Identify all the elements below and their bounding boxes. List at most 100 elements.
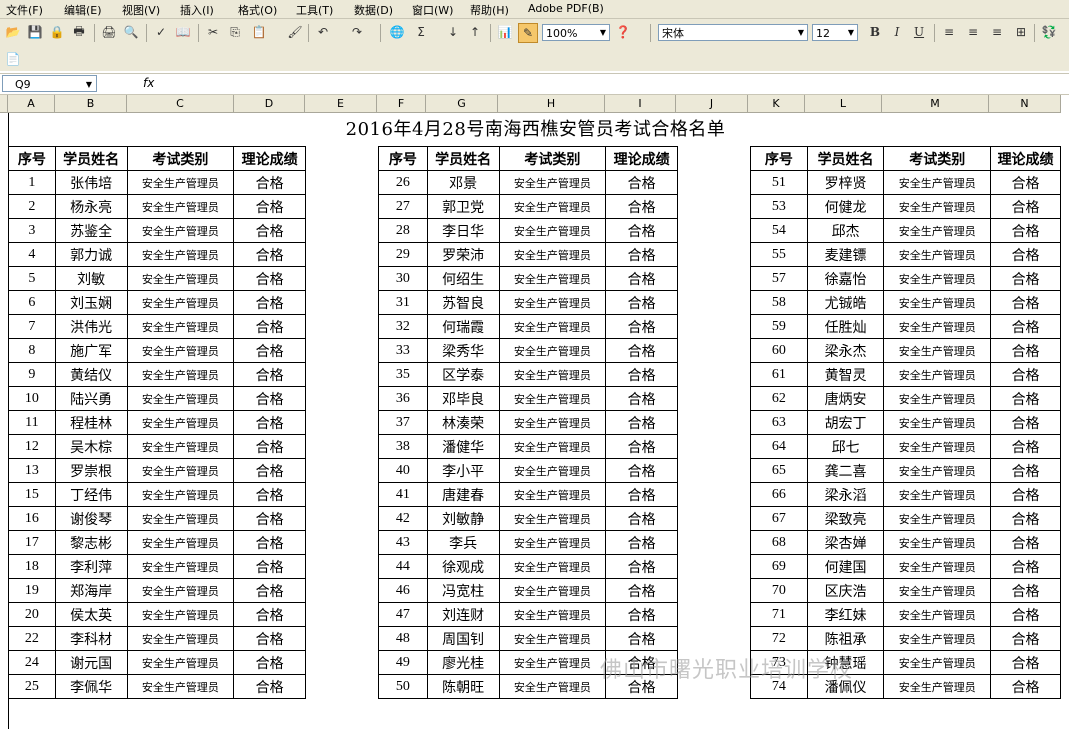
result-cell[interactable]: 合格 [233, 482, 306, 507]
seq-cell[interactable]: 63 [750, 410, 808, 435]
seq-cell[interactable]: 43 [378, 530, 428, 555]
seq-cell[interactable]: 46 [378, 578, 428, 603]
column-heading[interactable]: 学员姓名 [426, 146, 500, 171]
seq-cell[interactable]: 70 [750, 578, 808, 603]
result-cell[interactable]: 合格 [233, 530, 306, 555]
help-icon[interactable]: ❓ [614, 23, 632, 41]
name-cell[interactable]: 苏智良 [426, 290, 500, 315]
seq-cell[interactable]: 72 [750, 626, 808, 651]
result-cell[interactable]: 合格 [605, 266, 678, 291]
seq-cell[interactable]: 60 [750, 338, 808, 363]
seq-cell[interactable]: 17 [8, 530, 56, 555]
name-cell[interactable]: 郭力诚 [54, 242, 128, 267]
name-cell[interactable]: 程桂林 [54, 410, 128, 435]
column-header-e[interactable]: E [305, 95, 377, 113]
result-cell[interactable]: 合格 [605, 506, 678, 531]
exam-type-cell[interactable]: 安全生产管理员 [498, 242, 607, 267]
exam-type-cell[interactable]: 安全生产管理员 [498, 194, 607, 219]
name-cell[interactable]: 黄智灵 [806, 362, 885, 387]
seq-cell[interactable]: 71 [750, 602, 808, 627]
result-cell[interactable]: 合格 [990, 434, 1061, 459]
seq-cell[interactable]: 3 [8, 218, 56, 243]
name-cell[interactable]: 邓景 [426, 170, 500, 195]
name-cell[interactable]: 唐建春 [426, 482, 500, 507]
result-cell[interactable]: 合格 [233, 410, 306, 435]
name-cell[interactable]: 李小平 [426, 458, 500, 483]
undo-icon[interactable]: ↶ [314, 23, 332, 41]
column-heading[interactable]: 序号 [378, 146, 428, 171]
result-cell[interactable]: 合格 [605, 530, 678, 555]
research-icon[interactable]: 📖 [174, 23, 192, 41]
result-cell[interactable]: 合格 [233, 218, 306, 243]
menu-format[interactable]: 格式(O) [238, 0, 277, 20]
exam-type-cell[interactable]: 安全生产管理员 [126, 338, 235, 363]
seq-cell[interactable]: 35 [378, 362, 428, 387]
result-cell[interactable]: 合格 [605, 218, 678, 243]
result-cell[interactable]: 合格 [605, 626, 678, 651]
result-cell[interactable]: 合格 [990, 482, 1061, 507]
column-heading[interactable]: 学员姓名 [54, 146, 128, 171]
result-cell[interactable]: 合格 [990, 290, 1061, 315]
column-heading[interactable]: 学员姓名 [806, 146, 885, 171]
exam-type-cell[interactable]: 安全生产管理员 [498, 602, 607, 627]
menu-file[interactable]: 文件(F) [6, 0, 43, 20]
result-cell[interactable]: 合格 [990, 314, 1061, 339]
name-cell[interactable]: 冯宽柱 [426, 578, 500, 603]
seq-cell[interactable]: 54 [750, 218, 808, 243]
seq-cell[interactable]: 11 [8, 410, 56, 435]
name-cell[interactable]: 罗荣沛 [426, 242, 500, 267]
name-cell[interactable]: 邱七 [806, 434, 885, 459]
exam-type-cell[interactable]: 安全生产管理员 [498, 290, 607, 315]
column-heading[interactable]: 理论成绩 [990, 146, 1061, 171]
seq-cell[interactable]: 15 [8, 482, 56, 507]
seq-cell[interactable]: 64 [750, 434, 808, 459]
exam-type-cell[interactable]: 安全生产管理员 [498, 218, 607, 243]
name-cell[interactable]: 李佩华 [54, 674, 128, 699]
result-cell[interactable]: 合格 [605, 386, 678, 411]
exam-type-cell[interactable]: 安全生产管理员 [498, 530, 607, 555]
seq-cell[interactable]: 47 [378, 602, 428, 627]
exam-type-cell[interactable]: 安全生产管理员 [883, 170, 992, 195]
column-header-b[interactable]: B [55, 95, 127, 113]
result-cell[interactable]: 合格 [233, 626, 306, 651]
seq-cell[interactable]: 59 [750, 314, 808, 339]
name-cell[interactable]: 李科材 [54, 626, 128, 651]
name-cell[interactable]: 梁秀华 [426, 338, 500, 363]
seq-cell[interactable]: 26 [378, 170, 428, 195]
format-painter-icon[interactable]: 🖌 [286, 23, 304, 41]
result-cell[interactable]: 合格 [605, 434, 678, 459]
exam-type-cell[interactable]: 安全生产管理员 [883, 482, 992, 507]
name-cell[interactable]: 麦建镖 [806, 242, 885, 267]
column-header-j[interactable]: J [676, 95, 748, 113]
column-header-m[interactable]: M [882, 95, 989, 113]
seq-cell[interactable]: 5 [8, 266, 56, 291]
sort-ascending-icon[interactable]: ↓ [444, 23, 462, 41]
exam-type-cell[interactable]: 安全生产管理员 [883, 530, 992, 555]
column-heading[interactable]: 序号 [750, 146, 808, 171]
result-cell[interactable]: 合格 [233, 266, 306, 291]
name-cell[interactable]: 郑海岸 [54, 578, 128, 603]
result-cell[interactable]: 合格 [605, 482, 678, 507]
seq-cell[interactable]: 1 [8, 170, 56, 195]
result-cell[interactable]: 合格 [990, 194, 1061, 219]
exam-type-cell[interactable]: 安全生产管理员 [498, 434, 607, 459]
seq-cell[interactable]: 53 [750, 194, 808, 219]
name-cell[interactable]: 邱杰 [806, 218, 885, 243]
name-cell[interactable]: 区学泰 [426, 362, 500, 387]
align-left-icon[interactable]: ≡ [940, 23, 958, 41]
sort-descending-icon[interactable]: ↑ [466, 23, 484, 41]
spelling-icon[interactable]: ✓ [152, 23, 170, 41]
fx-icon[interactable]: fx [143, 76, 154, 90]
result-cell[interactable]: 合格 [990, 458, 1061, 483]
result-cell[interactable]: 合格 [605, 602, 678, 627]
preview-icon[interactable]: 🔍 [122, 23, 140, 41]
exam-type-cell[interactable]: 安全生产管理员 [883, 194, 992, 219]
exam-type-cell[interactable]: 安全生产管理员 [498, 578, 607, 603]
menu-view[interactable]: 视图(V) [122, 0, 160, 20]
exam-type-cell[interactable]: 安全生产管理员 [126, 218, 235, 243]
exam-type-cell[interactable]: 安全生产管理员 [883, 626, 992, 651]
result-cell[interactable]: 合格 [233, 602, 306, 627]
name-cell[interactable]: 梁杏婵 [806, 530, 885, 555]
seq-cell[interactable]: 67 [750, 506, 808, 531]
result-cell[interactable]: 合格 [233, 194, 306, 219]
